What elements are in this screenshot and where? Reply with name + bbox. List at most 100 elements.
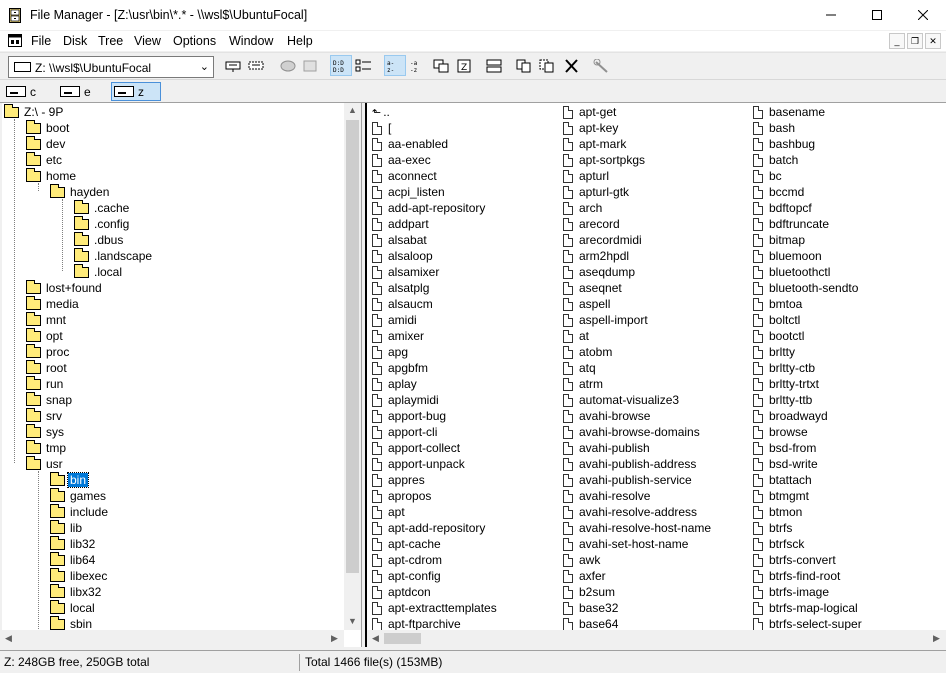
tree-folder[interactable]: dev (26, 135, 67, 152)
file-item[interactable]: apport-bug (372, 408, 446, 424)
menu-help[interactable]: Help (287, 34, 313, 48)
file-item[interactable]: arecordmidi (563, 232, 642, 248)
file-item[interactable]: brltty-trtxt (753, 376, 819, 392)
menu-disk[interactable]: Disk (63, 34, 87, 48)
tree-folder[interactable]: local (50, 599, 97, 616)
file-item[interactable]: automat-visualize3 (563, 392, 679, 408)
file-item[interactable]: bdftruncate (753, 216, 829, 232)
file-item[interactable]: btrfs (753, 520, 792, 536)
scroll-right-icon[interactable]: ▶ (331, 633, 338, 644)
file-item[interactable]: btrfs-find-root (753, 568, 840, 584)
file-item[interactable]: apturl-gtk (563, 184, 629, 200)
menu-file[interactable]: File (31, 34, 51, 48)
file-item[interactable]: aplaymidi (372, 392, 439, 408)
parent-directory-item[interactable]: ⬑.. (372, 104, 390, 120)
tree-folder-selected[interactable]: bin (50, 471, 90, 488)
maximize-button[interactable] (854, 0, 900, 30)
tree-folder[interactable]: libx32 (50, 583, 103, 600)
file-item[interactable]: btrfs-map-logical (753, 600, 858, 616)
tile-button[interactable]: Z (454, 55, 476, 76)
sort-by-type-button[interactable]: -a -z (407, 55, 429, 76)
file-item[interactable]: alsaloop (372, 248, 433, 264)
tree-folder[interactable]: tmp (26, 439, 68, 456)
file-item[interactable]: apg (372, 344, 408, 360)
file-item[interactable]: batch (753, 152, 798, 168)
child-minimize-button[interactable]: _ (889, 33, 905, 49)
file-item[interactable]: aa-exec (372, 152, 431, 168)
file-item[interactable]: bluemoon (753, 248, 822, 264)
file-item[interactable]: acpi_listen (372, 184, 445, 200)
tree-folder[interactable]: libexec (50, 567, 109, 584)
file-item[interactable]: bashbug (753, 136, 815, 152)
file-item[interactable]: bccmd (753, 184, 804, 200)
file-item[interactable]: btattach (753, 472, 812, 488)
file-item[interactable]: bsd-from (753, 440, 816, 456)
tree-scroll-thumb[interactable] (346, 120, 359, 573)
scroll-left-icon[interactable]: ◀ (5, 633, 12, 644)
tree-root[interactable]: Z:\ - 9P (4, 103, 65, 120)
file-item[interactable]: basename (753, 104, 825, 120)
document-window-icon[interactable] (8, 34, 22, 47)
file-item[interactable]: arecord (563, 216, 620, 232)
file-item[interactable]: apport-cli (372, 424, 437, 440)
file-item[interactable]: avahi-resolve-address (563, 504, 697, 520)
disconnect-drive-button[interactable] (246, 55, 268, 76)
file-item[interactable]: apt-extracttemplates (372, 600, 497, 616)
child-restore-button[interactable]: ❐ (907, 33, 923, 49)
file-item[interactable]: apt-cdrom (372, 552, 442, 568)
file-list-horizontal-scrollbar[interactable]: ◀ ▶ (367, 630, 946, 647)
tree-folder[interactable]: include (50, 503, 110, 520)
menu-options[interactable]: Options (173, 34, 216, 48)
move-button[interactable] (537, 55, 559, 76)
file-item[interactable]: atrm (563, 376, 603, 392)
file-item[interactable]: atq (563, 360, 596, 376)
file-item[interactable]: brltty (753, 344, 795, 360)
file-item[interactable]: boltctl (753, 312, 800, 328)
file-item[interactable]: aspell (563, 296, 610, 312)
tree-folder[interactable]: etc (26, 151, 64, 168)
file-item[interactable]: alsaucm (372, 296, 433, 312)
file-item[interactable]: axfer (563, 568, 606, 584)
file-item[interactable]: alsabat (372, 232, 427, 248)
file-item[interactable]: apturl (563, 168, 609, 184)
tree-folder[interactable]: .local (74, 263, 124, 280)
file-item[interactable]: avahi-publish-address (563, 456, 696, 472)
tree-folder[interactable]: opt (26, 327, 65, 344)
stop-sharing-button[interactable] (300, 55, 322, 76)
file-item[interactable]: browse (753, 424, 808, 440)
file-item[interactable]: apt-get (563, 104, 616, 120)
new-window-button[interactable] (431, 55, 453, 76)
sort-by-name-button[interactable]: a-z- (384, 55, 406, 76)
file-item[interactable]: alsatplg (372, 280, 429, 296)
tree-folder[interactable]: snap (26, 391, 74, 408)
file-item[interactable]: arm2hpdl (563, 248, 629, 264)
tree-folder[interactable]: hayden (50, 183, 111, 200)
file-item[interactable]: aseqdump (563, 264, 635, 280)
file-item[interactable]: apt-config (372, 568, 441, 584)
file-item[interactable]: awk (563, 552, 600, 568)
file-item[interactable]: at (563, 328, 589, 344)
file-item[interactable]: bootctl (753, 328, 804, 344)
file-item[interactable]: aptdcon (372, 584, 431, 600)
tree-folder[interactable]: lost+found (26, 279, 104, 296)
tree-folder[interactable]: usr (26, 455, 65, 472)
file-item[interactable]: btrfsck (753, 536, 804, 552)
file-item[interactable]: bluetooth-sendto (753, 280, 858, 296)
file-item[interactable]: arch (563, 200, 602, 216)
drive-z[interactable]: z (111, 82, 161, 101)
file-item[interactable]: apt-add-repository (372, 520, 485, 536)
close-button[interactable] (900, 0, 946, 30)
file-item[interactable]: apt-cache (372, 536, 441, 552)
tree-folder[interactable]: srv (26, 407, 64, 424)
file-item[interactable]: aplay (372, 376, 417, 392)
file-item[interactable]: apgbfm (372, 360, 428, 376)
file-item[interactable]: apt-key (563, 120, 618, 136)
tree-folder[interactable]: .landscape (74, 247, 154, 264)
menu-window[interactable]: Window (229, 34, 273, 48)
tree-folder[interactable]: .config (74, 215, 131, 232)
copy-button[interactable] (514, 55, 536, 76)
drive-c[interactable]: c (4, 82, 38, 101)
file-item[interactable]: btmgmt (753, 488, 809, 504)
file-item[interactable]: atobm (563, 344, 612, 360)
scroll-up-icon[interactable]: ▲ (348, 105, 357, 115)
